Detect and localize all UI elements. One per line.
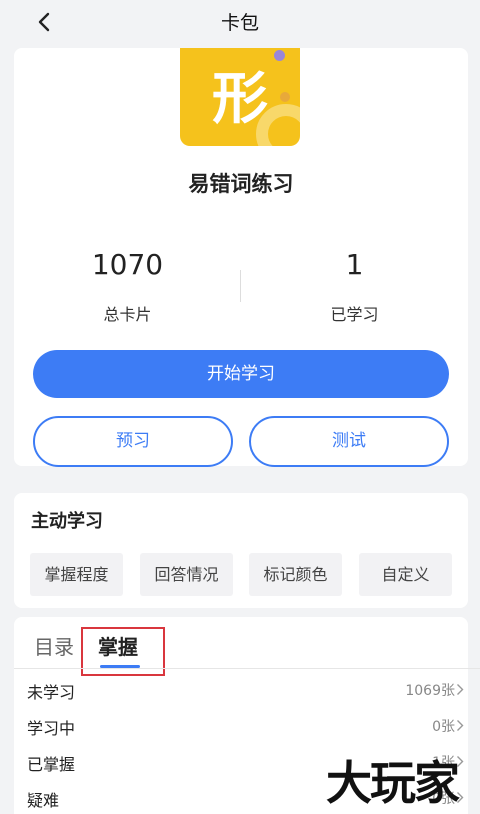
list-item-label: 已掌握 bbox=[27, 755, 76, 774]
start-learning-button[interactable]: 开始学习 bbox=[33, 350, 449, 398]
stat-total-label: 总卡片 bbox=[103, 305, 152, 324]
stat-total-cards: 1070 总卡片 bbox=[14, 248, 241, 325]
page-title: 卡包 bbox=[220, 12, 259, 34]
list-item-label: 未学习 bbox=[27, 683, 76, 702]
tabs-divider bbox=[14, 668, 480, 669]
cover-glyph: 形 bbox=[212, 67, 268, 132]
stat-learned-value: 1 bbox=[345, 248, 364, 281]
list-item-learning[interactable]: 学习中 0张 bbox=[0, 707, 480, 743]
stat-learned-label: 已学习 bbox=[330, 305, 379, 324]
list-item-count: 1069张 bbox=[405, 683, 455, 699]
preview-button[interactable]: 预习 bbox=[33, 416, 233, 467]
chip-answer-status[interactable]: 回答情况 bbox=[140, 553, 233, 596]
chip-custom[interactable]: 自定义 bbox=[359, 553, 452, 596]
test-button[interactable]: 测试 bbox=[249, 416, 449, 467]
watermark-logo: 大玩家 bbox=[326, 756, 460, 810]
stat-total-value: 1070 bbox=[91, 248, 164, 281]
chip-mark-color[interactable]: 标记颜色 bbox=[249, 553, 342, 596]
chip-mastery-level[interactable]: 掌握程度 bbox=[30, 553, 123, 596]
list-item-unlearned[interactable]: 未学习 1069张 bbox=[0, 671, 480, 707]
stat-learned: 1 已学习 bbox=[241, 248, 468, 325]
deck-name: 易错词练习 bbox=[188, 172, 294, 196]
top-bar: 卡包 bbox=[0, 0, 480, 48]
chevron-right-icon bbox=[457, 684, 464, 695]
section-title: 主动学习 bbox=[31, 511, 103, 532]
deck-cover-image: 形 bbox=[180, 48, 300, 146]
list-item-label: 疑难 bbox=[27, 791, 60, 810]
deck-summary-card: 形 易错词练习 1070 总卡片 1 已学习 开始学习 预习 测试 bbox=[14, 48, 468, 467]
chevron-right-icon bbox=[457, 720, 464, 731]
list-item-label: 学习中 bbox=[27, 719, 76, 738]
list-item-count: 0张 bbox=[432, 719, 455, 735]
active-learning-card: 主动学习 掌握程度 回答情况 标记颜色 自定义 bbox=[14, 493, 468, 608]
tab-catalog[interactable]: 目录 bbox=[34, 631, 74, 660]
